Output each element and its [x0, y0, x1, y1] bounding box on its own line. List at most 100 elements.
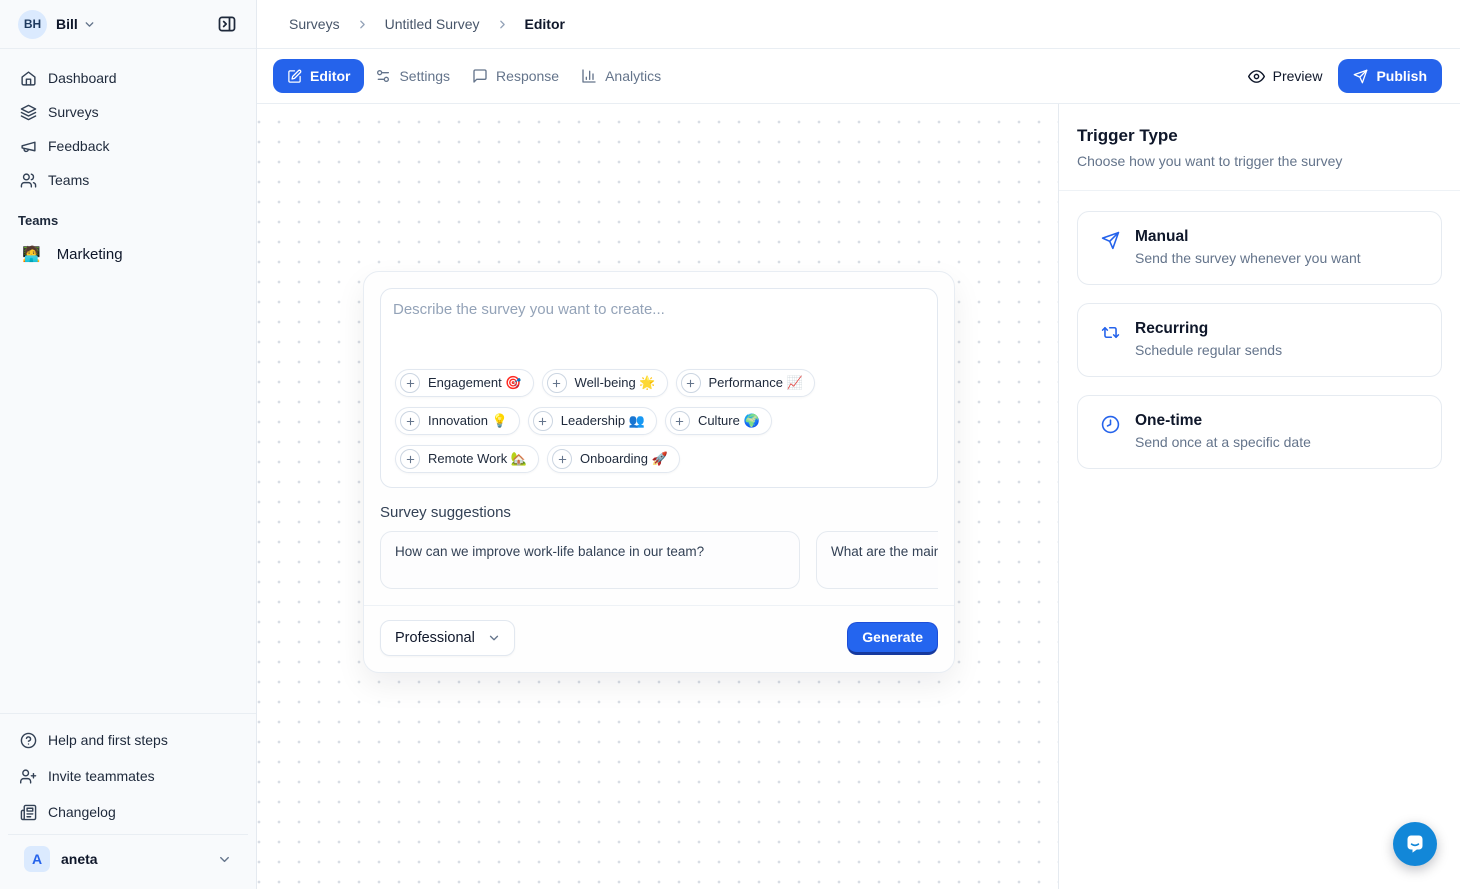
layers-icon [20, 104, 37, 121]
users-icon [20, 172, 37, 189]
sidebar-item-teams[interactable]: Teams [8, 165, 248, 195]
chat-launcher-button[interactable] [1393, 822, 1437, 866]
editor-canvas[interactable]: Engagement 🎯 Well-being 🌟 Performance 📈 [257, 104, 1058, 889]
publish-label: Publish [1376, 68, 1427, 84]
sidebar-item-feedback[interactable]: Feedback [8, 131, 248, 161]
clock-icon [1101, 415, 1120, 452]
user-name: aneta [61, 851, 98, 867]
trigger-option-title: Recurring [1135, 320, 1282, 338]
chip-label: Remote Work 🏡 [428, 451, 527, 467]
panel-title: Trigger Type [1077, 126, 1442, 146]
teams-section-label: Teams [18, 213, 238, 228]
suggestion-card[interactable]: What are the main ob [816, 531, 938, 589]
tab-settings[interactable]: Settings [364, 59, 461, 93]
sidebar: BH Bill Dashboard Surv [0, 0, 257, 889]
preview-button[interactable]: Preview [1248, 68, 1323, 85]
content-row: Engagement 🎯 Well-being 🌟 Performance 📈 [257, 104, 1460, 889]
sidebar-nav: Dashboard Surveys Feedback Teams [0, 49, 256, 199]
chip-remote-work[interactable]: Remote Work 🏡 [395, 445, 539, 473]
tab-response[interactable]: Response [461, 59, 570, 93]
sidebar-item-dashboard[interactable]: Dashboard [8, 63, 248, 93]
tab-label: Settings [399, 68, 450, 84]
sidebar-item-changelog[interactable]: Changelog [8, 796, 248, 828]
sidebar-footer: Help and first steps Invite teammates Ch… [0, 713, 256, 889]
chip-innovation[interactable]: Innovation 💡 [395, 407, 520, 435]
sidebar-collapse-button[interactable] [212, 9, 242, 39]
sidebar-spacer [0, 272, 256, 713]
chip-performance[interactable]: Performance 📈 [676, 369, 815, 397]
trigger-option-text: One-time Send once at a specific date [1135, 412, 1311, 452]
user-avatar: A [24, 846, 50, 872]
sidebar-item-team-marketing[interactable]: 🧑‍💻 Marketing [8, 236, 248, 272]
chevron-right-icon [496, 18, 509, 31]
chip-leadership[interactable]: Leadership 👥 [528, 407, 657, 435]
chip-label: Well-being 🌟 [575, 375, 656, 391]
plus-icon [400, 449, 420, 469]
trigger-option-title: One-time [1135, 412, 1311, 430]
trigger-option-title: Manual [1135, 228, 1361, 246]
chevron-down-icon [487, 631, 501, 645]
help-circle-icon [20, 732, 37, 749]
chip-label: Engagement 🎯 [428, 375, 522, 391]
sidebar-item-label: Help and first steps [48, 732, 168, 748]
edit-pencil-icon [287, 69, 302, 84]
suggestions-label: Survey suggestions [380, 504, 938, 521]
sidebar-item-surveys[interactable]: Surveys [8, 97, 248, 127]
panel-collapse-icon [217, 14, 237, 34]
preview-label: Preview [1273, 68, 1323, 84]
chip-label: Onboarding 🚀 [580, 451, 668, 467]
repeat-icon [1101, 323, 1120, 360]
sidebar-item-label: Teams [48, 172, 89, 188]
trigger-option-recurring[interactable]: Recurring Schedule regular sends [1077, 303, 1442, 377]
tab-analytics[interactable]: Analytics [570, 59, 672, 93]
breadcrumb-untitled-survey[interactable]: Untitled Survey [385, 16, 480, 32]
breadcrumb-editor: Editor [525, 16, 565, 32]
tone-value: Professional [395, 630, 475, 646]
prompt-box: Engagement 🎯 Well-being 🌟 Performance 📈 [380, 288, 938, 488]
user-menu[interactable]: A aneta [8, 834, 248, 885]
megaphone-icon [20, 138, 37, 155]
chip-engagement[interactable]: Engagement 🎯 [395, 369, 534, 397]
chip-label: Innovation 💡 [428, 413, 508, 429]
bar-chart-icon [581, 68, 597, 84]
tab-editor[interactable]: Editor [273, 59, 364, 93]
trigger-options: Manual Send the survey whenever you want… [1059, 191, 1460, 489]
workspace-switcher[interactable]: BH Bill [0, 0, 256, 49]
changelog-icon [20, 804, 37, 821]
suggestion-card[interactable]: How can we improve work-life balance in … [380, 531, 800, 589]
chip-onboarding[interactable]: Onboarding 🚀 [547, 445, 680, 473]
team-name: Marketing [57, 246, 123, 263]
chip-culture[interactable]: Culture 🌍 [665, 407, 772, 435]
survey-prompt-input[interactable] [393, 301, 925, 369]
sidebar-item-label: Surveys [48, 104, 99, 120]
user-plus-icon [20, 768, 37, 785]
tab-label: Response [496, 68, 559, 84]
trigger-option-one-time[interactable]: One-time Send once at a specific date [1077, 395, 1442, 469]
sliders-icon [375, 68, 391, 84]
trigger-option-description: Send the survey whenever you want [1135, 250, 1361, 266]
plus-icon [552, 449, 572, 469]
chevron-right-icon [356, 18, 369, 31]
survey-composer-card: Engagement 🎯 Well-being 🌟 Performance 📈 [363, 271, 955, 673]
chip-label: Performance 📈 [709, 375, 803, 391]
tab-label: Editor [310, 68, 350, 84]
chevron-down-icon [217, 852, 232, 867]
generate-button[interactable]: Generate [847, 622, 938, 655]
toolbar-actions: Preview Publish [1248, 59, 1442, 93]
eye-icon [1248, 68, 1265, 85]
trigger-option-manual[interactable]: Manual Send the survey whenever you want [1077, 211, 1442, 285]
tab-label: Analytics [605, 68, 661, 84]
tone-select[interactable]: Professional [380, 620, 515, 656]
breadcrumb-surveys[interactable]: Surveys [289, 16, 340, 32]
publish-button[interactable]: Publish [1338, 59, 1442, 93]
breadcrumb: Surveys Untitled Survey Editor [257, 0, 1460, 49]
plus-icon [547, 373, 567, 393]
sidebar-item-help[interactable]: Help and first steps [8, 724, 248, 756]
sidebar-item-invite[interactable]: Invite teammates [8, 760, 248, 792]
chip-well-being[interactable]: Well-being 🌟 [542, 369, 668, 397]
trigger-option-text: Recurring Schedule regular sends [1135, 320, 1282, 360]
trigger-option-description: Send once at a specific date [1135, 434, 1311, 450]
chat-bubble-icon [1403, 832, 1427, 856]
suggestions-row: How can we improve work-life balance in … [380, 531, 938, 589]
topic-chips: Engagement 🎯 Well-being 🌟 Performance 📈 [393, 369, 925, 475]
